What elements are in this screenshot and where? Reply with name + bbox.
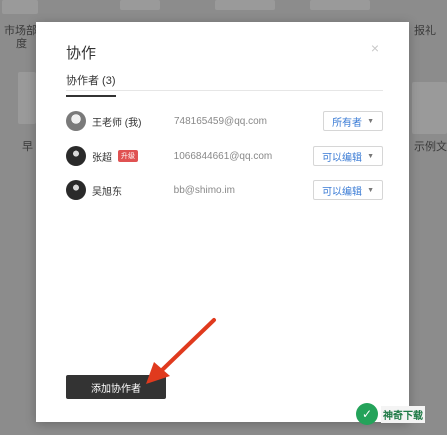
collaborator-row: 张超 升级 1066844661@qq.com 可以编辑 ▼ [66,143,383,169]
role-dropdown[interactable]: 可以编辑 ▼ [313,180,383,200]
collaborator-email: bb@shimo.im [173,184,235,196]
collaborator-email: 1066844661@qq.com [173,150,273,162]
background-file-label: 报礼 [414,25,436,37]
collaborator-name: 张超 升级 [92,149,174,164]
close-icon[interactable]: × [371,40,379,56]
role-label: 可以编辑 [322,152,363,164]
collaborator-name: 吴旭东 [92,183,174,198]
background-file-label: 示例文 [414,141,447,153]
caret-down-icon: ▼ [367,152,374,160]
watermark-logo-icon: ✓ [356,403,378,425]
upgrade-badge[interactable]: 升级 [118,150,138,162]
collaborator-email: 748165459@qq.com [174,115,267,127]
role-label: 所有者 [332,117,363,129]
background-file-tile [310,0,370,10]
collaborator-name-text: 张超 [92,152,112,164]
collaborator-row: 吴旭东 bb@shimo.im 可以编辑 ▼ [66,177,383,203]
background-file-tile [120,0,160,10]
tab-divider [66,90,383,91]
caret-down-icon: ▼ [367,186,374,194]
tab-collaborators[interactable]: 协作者 (3) [66,72,116,97]
collaborator-name-text: 吴旭东 [92,186,122,198]
collaborator-name-text: 王老师 (我) [92,117,142,129]
avatar [66,146,86,166]
collaborator-name: 王老师 (我) [92,114,174,129]
collaboration-dialog: 协作 × 协作者 (3) 王老师 (我) 748165459@qq.com 所有… [36,22,409,422]
dialog-title: 协作 [66,45,97,62]
collaborator-row: 王老师 (我) 748165459@qq.com 所有者 ▼ [66,108,383,134]
background-file-tile [18,72,36,124]
role-dropdown[interactable]: 所有者 ▼ [323,111,383,131]
role-dropdown[interactable]: 可以编辑 ▼ [313,146,383,166]
background-file-label: 度 [16,38,27,50]
avatar [66,111,86,131]
background-file-label: 早 [22,141,33,153]
avatar [66,180,86,200]
caret-down-icon: ▼ [367,117,374,125]
role-label: 可以编辑 [322,186,363,198]
background-file-tile [215,0,275,10]
background-file-tile [2,0,38,14]
watermark-text: 神奇下载 [381,405,425,423]
add-collaborator-button[interactable]: 添加协作者 [66,375,166,399]
watermark: ✓ 神奇下载 [356,403,425,425]
background-file-tile [412,82,447,134]
